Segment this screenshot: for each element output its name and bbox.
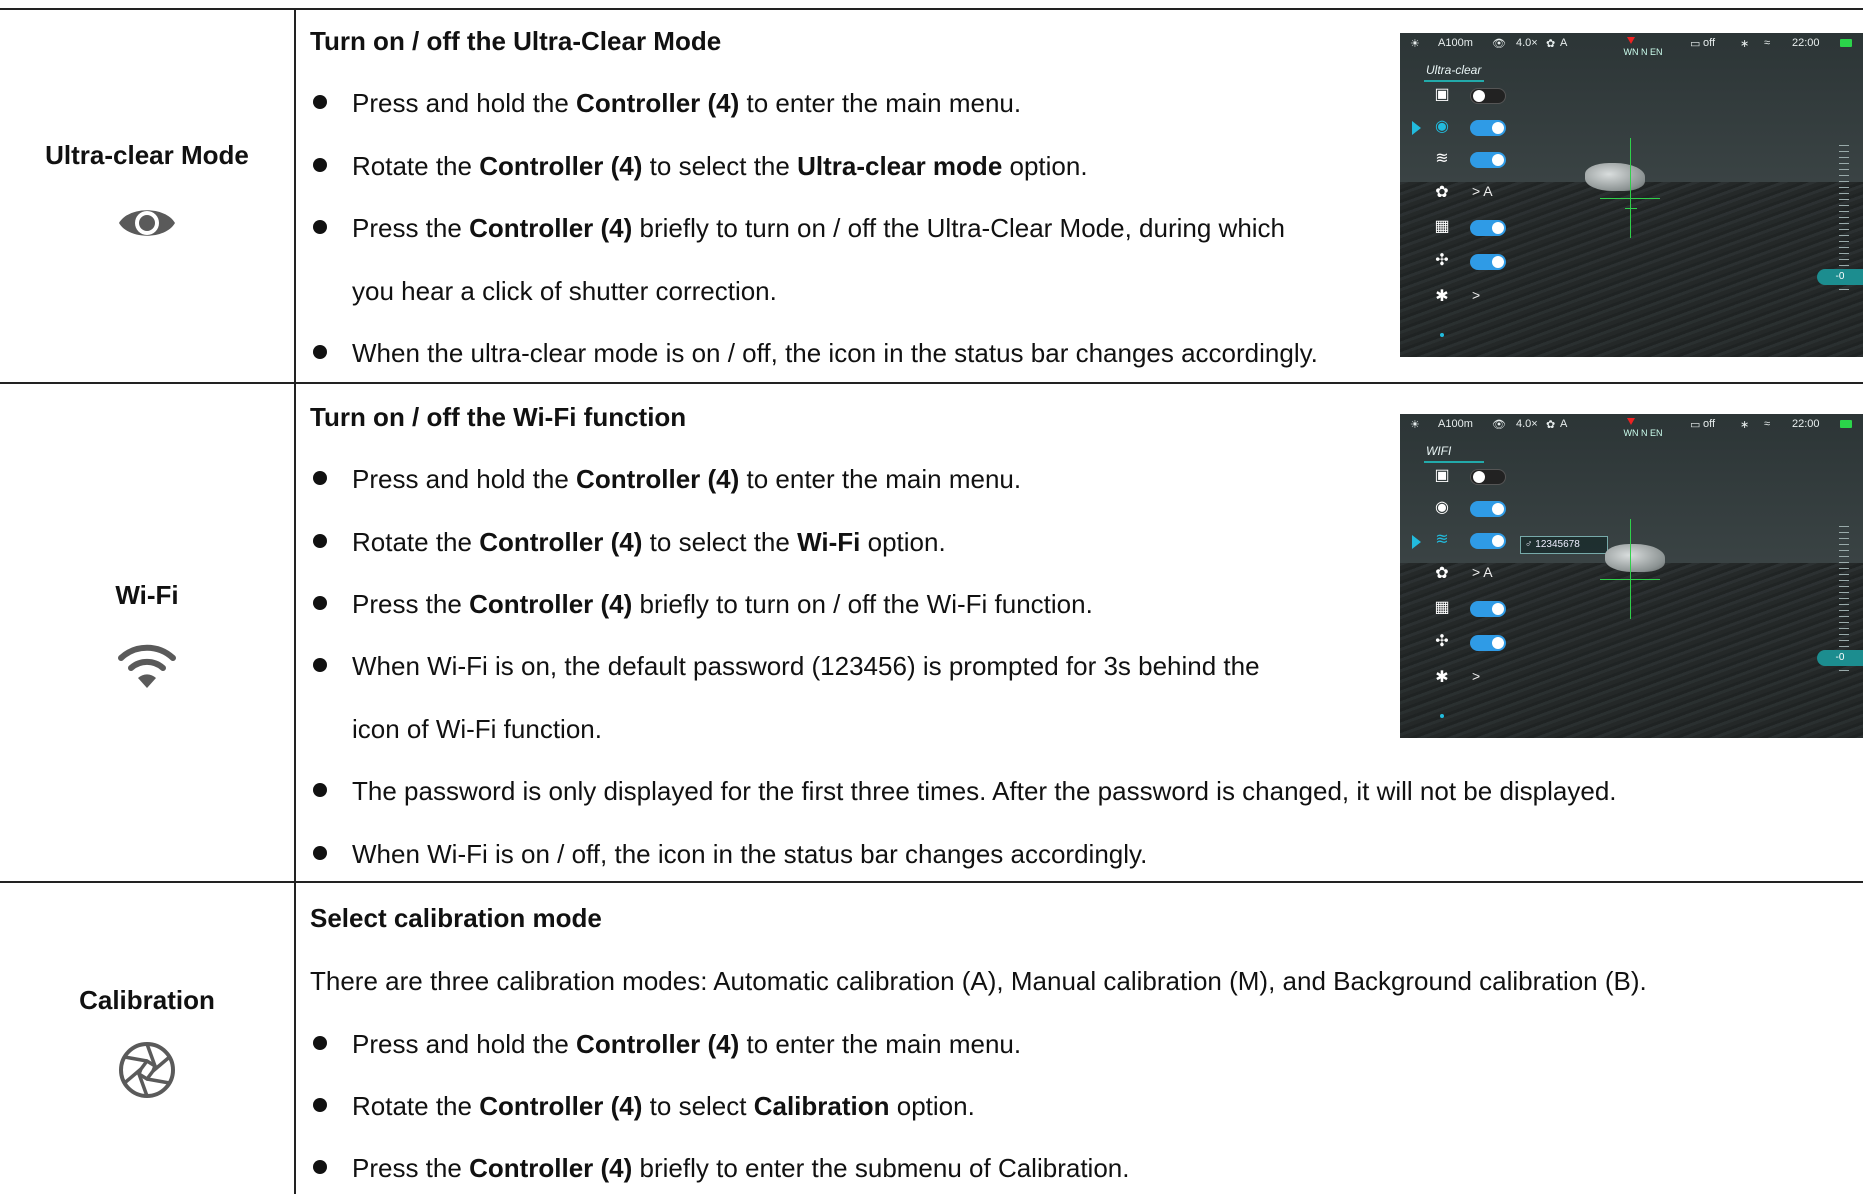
toggle-save[interactable] — [1470, 469, 1506, 485]
brightness-icon: ☀ — [1410, 38, 1420, 50]
bluetooth-value: > — [1472, 287, 1481, 303]
eye-status-icon: 👁 — [1492, 38, 1506, 50]
toggle-fan[interactable] — [1470, 254, 1506, 270]
eye-icon — [117, 200, 177, 251]
bluetooth-value: > — [1472, 668, 1481, 684]
list-item-continuation: you hear a click of shutter correction. — [352, 276, 777, 306]
section-heading: Turn on / off the Ultra-Clear Mode — [310, 26, 722, 56]
table-top-border — [0, 8, 1863, 10]
compass: WN N EN — [1623, 47, 1663, 57]
battery-icon — [1840, 420, 1852, 428]
intro-paragraph: There are three calibration modes: Autom… — [310, 966, 1647, 996]
wifi-status-icon: ≈ — [1764, 37, 1771, 49]
selection-arrow — [1412, 121, 1421, 135]
calibration-menu-icon: ✿ — [1435, 565, 1449, 582]
compass-marker — [1627, 418, 1635, 425]
recording-menu-icon: ▦ — [1434, 599, 1450, 616]
fan-menu-icon: ✣ — [1435, 252, 1449, 269]
calibration-status-icon: ✿ — [1546, 38, 1556, 50]
calibration-value: > A — [1472, 183, 1493, 199]
device-screenshot-ultra-clear: ☀ A100m 👁 4.0× ✿ A ▭ off ∗ ≈ 22:00 WN N … — [1400, 33, 1863, 357]
recording-menu-icon: ▦ — [1434, 218, 1450, 235]
toggle-fan[interactable] — [1470, 635, 1506, 651]
list-item-continuation: icon of Wi-Fi function. — [352, 714, 602, 744]
bluetooth-menu-icon: ✱ — [1435, 669, 1449, 686]
row-divider — [0, 881, 1863, 883]
row-label-ultra-clear: Ultra-clear Mode — [45, 140, 249, 170]
calibration-status-icon: ✿ — [1546, 419, 1556, 431]
device-screenshot-wifi: ☀ A100m 👁 4.0× ✿ A ▭ off ∗ ≈ 22:00 WN N … — [1400, 414, 1863, 738]
bluetooth-status-icon: ∗ — [1740, 38, 1750, 50]
wifi-password-popup: ♂ 12345678 — [1520, 536, 1608, 554]
scale-tag: -0 — [1817, 650, 1863, 666]
eye-menu-icon: ◉ — [1435, 499, 1449, 516]
row-divider — [0, 382, 1863, 384]
thermal-target — [1585, 163, 1645, 191]
row-label-wifi: Wi-Fi — [115, 580, 179, 610]
scale-tag: -0 — [1817, 269, 1863, 285]
toggle-wifi[interactable] — [1470, 152, 1506, 168]
compass-marker — [1627, 37, 1635, 44]
toggle-save[interactable] — [1470, 88, 1506, 104]
menu-title: WIFI — [1426, 444, 1452, 458]
battery-icon — [1840, 39, 1852, 47]
menu-title: Ultra-clear — [1426, 63, 1482, 77]
section-heading: Select calibration mode — [310, 903, 602, 933]
row-label-calibration: Calibration — [79, 985, 215, 1015]
wifi-menu-icon: ≋ — [1435, 150, 1449, 167]
bluetooth-menu-icon: ✱ — [1435, 288, 1449, 305]
compass: WN N EN — [1623, 428, 1663, 438]
eye-status-icon: 👁 — [1492, 419, 1506, 431]
selection-arrow — [1412, 535, 1421, 549]
wifi-icon — [117, 640, 177, 695]
save-icon: ▣ — [1434, 467, 1450, 484]
toggle-ultra-clear[interactable] — [1470, 120, 1506, 136]
brightness-icon: ☀ — [1410, 419, 1420, 431]
calibration-value: > A — [1472, 564, 1493, 580]
aperture-icon — [117, 1040, 177, 1105]
bluetooth-status-icon: ∗ — [1740, 419, 1750, 431]
save-icon: ▣ — [1434, 86, 1450, 103]
section-heading: Turn on / off the Wi-Fi function — [310, 402, 687, 432]
toggle-recording[interactable] — [1470, 601, 1506, 617]
column-divider — [294, 8, 296, 1194]
calibration-menu-icon: ✿ — [1435, 184, 1449, 201]
toggle-wifi[interactable] — [1470, 533, 1506, 549]
eye-menu-icon: ◉ — [1435, 118, 1449, 135]
toggle-ultra-clear[interactable] — [1470, 501, 1506, 517]
toggle-recording[interactable] — [1470, 220, 1506, 236]
wifi-status-icon: ≈ — [1764, 418, 1771, 430]
thermal-target — [1605, 544, 1665, 572]
fan-menu-icon: ✣ — [1435, 633, 1449, 650]
wifi-menu-icon: ≋ — [1435, 531, 1449, 548]
